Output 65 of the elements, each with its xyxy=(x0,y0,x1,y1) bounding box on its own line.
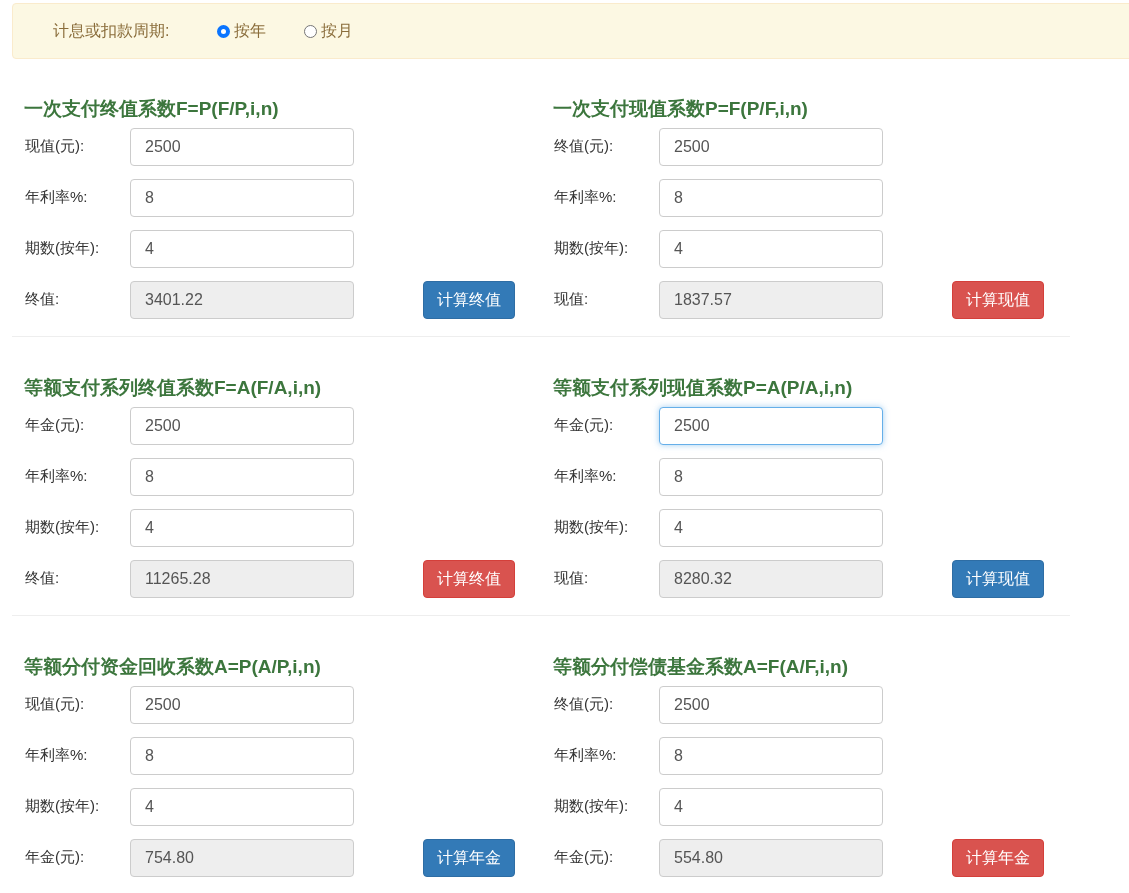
calculate-button[interactable]: 计算终值 xyxy=(423,560,515,598)
input-field[interactable]: 2500 xyxy=(130,407,354,445)
field-label: 年金(元): xyxy=(24,415,86,435)
calculate-button[interactable]: 计算年金 xyxy=(952,839,1044,877)
field-label: 期数(按年): xyxy=(24,517,101,537)
input-field[interactable]: 4 xyxy=(659,230,883,268)
field-label: 期数(按年): xyxy=(553,238,630,258)
field-label: 终值: xyxy=(24,289,61,309)
section-title: 等额分付资金回收系数A=P(A/P,i,n) xyxy=(24,655,322,679)
field-label: 现值: xyxy=(553,289,590,309)
field-label: 年利率%: xyxy=(553,187,618,207)
input-field[interactable]: 4 xyxy=(659,509,883,547)
section-title: 等额分付偿债基金系数A=F(A/F,i,n) xyxy=(553,655,850,679)
field-label: 终值(元): xyxy=(553,694,615,714)
field-label: 终值(元): xyxy=(553,136,615,156)
input-field[interactable]: 2500 xyxy=(130,686,354,724)
input-field[interactable]: 2500 xyxy=(659,128,883,166)
field-label: 现值(元): xyxy=(24,136,86,156)
field-label: 年利率%: xyxy=(24,745,89,765)
field-label: 现值(元): xyxy=(24,694,86,714)
result-field[interactable]: 3401.22 xyxy=(130,281,354,319)
field-label: 现值: xyxy=(553,568,590,588)
input-field[interactable]: 8 xyxy=(659,737,883,775)
period-option[interactable]: 按年 xyxy=(217,19,267,43)
field-label: 年利率%: xyxy=(24,466,89,486)
period-option[interactable]: 按月 xyxy=(304,19,354,43)
field-label: 期数(按年): xyxy=(24,238,101,258)
field-label: 年利率%: xyxy=(24,187,89,207)
calculate-button[interactable]: 计算现值 xyxy=(952,281,1044,319)
input-field[interactable]: 4 xyxy=(130,230,354,268)
result-field[interactable]: 11265.28 xyxy=(130,560,354,598)
section-title: 一次支付现值系数P=F(P/F,i,n) xyxy=(553,97,809,121)
field-label: 期数(按年): xyxy=(24,796,101,816)
calculate-button[interactable]: 计算终值 xyxy=(423,281,515,319)
field-label: 年金(元): xyxy=(553,415,615,435)
field-label: 年利率%: xyxy=(553,466,618,486)
field-label: 年金(元): xyxy=(553,847,615,867)
input-field[interactable]: 2500 xyxy=(659,686,883,724)
section-title: 等额支付系列现值系数P=A(P/A,i,n) xyxy=(553,376,854,400)
input-field[interactable]: 4 xyxy=(130,788,354,826)
input-field[interactable]: 4 xyxy=(659,788,883,826)
input-field[interactable]: 2500 xyxy=(659,407,883,445)
radio-button[interactable] xyxy=(217,24,231,38)
input-field[interactable]: 2500 xyxy=(130,128,354,166)
section-title: 等额支付系列终值系数F=A(F/A,i,n) xyxy=(24,376,323,400)
result-field[interactable]: 1837.57 xyxy=(659,281,883,319)
field-label: 年金(元): xyxy=(24,847,86,867)
field-label: 终值: xyxy=(24,568,61,588)
period-label: 计息或扣款周期: xyxy=(53,21,170,41)
section-title: 一次支付终值系数F=P(F/P,i,n) xyxy=(24,97,280,121)
input-field[interactable]: 8 xyxy=(659,179,883,217)
calculate-button[interactable]: 计算现值 xyxy=(952,560,1044,598)
calculate-button[interactable]: 计算年金 xyxy=(423,839,515,877)
result-field[interactable]: 754.80 xyxy=(130,839,354,877)
input-field[interactable]: 8 xyxy=(130,179,354,217)
field-label: 年利率%: xyxy=(553,745,618,765)
input-field[interactable]: 8 xyxy=(130,737,354,775)
field-label: 期数(按年): xyxy=(553,796,630,816)
input-field[interactable]: 4 xyxy=(130,509,354,547)
result-field[interactable]: 8280.32 xyxy=(659,560,883,598)
input-field[interactable]: 8 xyxy=(659,458,883,496)
field-label: 期数(按年): xyxy=(553,517,630,537)
result-field[interactable]: 554.80 xyxy=(659,839,883,877)
radio-button[interactable] xyxy=(304,24,318,38)
input-field[interactable]: 8 xyxy=(130,458,354,496)
